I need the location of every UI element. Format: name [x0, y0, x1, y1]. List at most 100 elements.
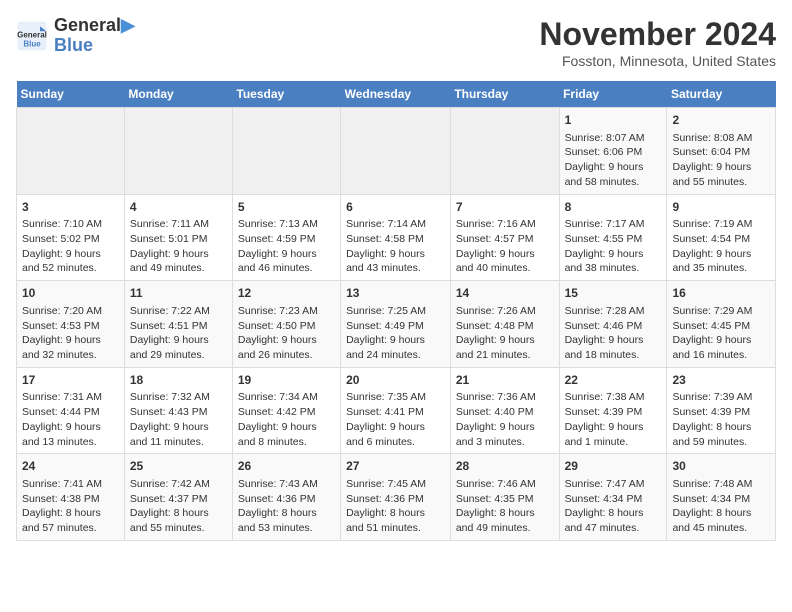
calendar-day-cell: 28Sunrise: 7:46 AMSunset: 4:35 PMDayligh…	[450, 454, 559, 541]
day-info: Daylight: 9 hours and 46 minutes.	[238, 247, 335, 276]
calendar-day-cell: 17Sunrise: 7:31 AMSunset: 4:44 PMDayligh…	[17, 367, 125, 454]
calendar-day-cell	[450, 108, 559, 195]
day-info: Sunset: 4:37 PM	[130, 492, 227, 507]
calendar-day-cell: 1Sunrise: 8:07 AMSunset: 6:06 PMDaylight…	[559, 108, 667, 195]
day-info: Sunset: 4:44 PM	[22, 405, 119, 420]
calendar-day-cell: 13Sunrise: 7:25 AMSunset: 4:49 PMDayligh…	[341, 281, 451, 368]
day-info: Daylight: 9 hours and 38 minutes.	[565, 247, 662, 276]
day-info: Sunrise: 7:11 AM	[130, 217, 227, 232]
day-info: Sunrise: 7:32 AM	[130, 390, 227, 405]
day-number: 16	[672, 285, 770, 302]
day-info: Sunrise: 7:25 AM	[346, 304, 445, 319]
day-info: Daylight: 9 hours and 18 minutes.	[565, 333, 662, 362]
day-info: Daylight: 8 hours and 59 minutes.	[672, 420, 770, 449]
day-info: Daylight: 9 hours and 32 minutes.	[22, 333, 119, 362]
calendar-day-cell	[232, 108, 340, 195]
page-header: General Blue General▶ Blue November 2024…	[16, 16, 776, 69]
day-info: Sunrise: 8:07 AM	[565, 131, 662, 146]
day-info: Sunrise: 7:28 AM	[565, 304, 662, 319]
day-info: Sunrise: 7:43 AM	[238, 477, 335, 492]
day-number: 9	[672, 199, 770, 216]
day-info: Daylight: 9 hours and 58 minutes.	[565, 160, 662, 189]
day-info: Sunset: 4:34 PM	[672, 492, 770, 507]
calendar-day-cell: 20Sunrise: 7:35 AMSunset: 4:41 PMDayligh…	[341, 367, 451, 454]
day-info: Daylight: 9 hours and 24 minutes.	[346, 333, 445, 362]
day-info: Sunrise: 7:41 AM	[22, 477, 119, 492]
day-info: Daylight: 9 hours and 16 minutes.	[672, 333, 770, 362]
day-info: Sunset: 4:53 PM	[22, 319, 119, 334]
day-info: Sunset: 4:58 PM	[346, 232, 445, 247]
day-info: Daylight: 9 hours and 49 minutes.	[130, 247, 227, 276]
calendar-body: 1Sunrise: 8:07 AMSunset: 6:06 PMDaylight…	[17, 108, 776, 541]
day-info: Sunset: 4:50 PM	[238, 319, 335, 334]
day-number: 29	[565, 458, 662, 475]
day-info: Sunrise: 7:48 AM	[672, 477, 770, 492]
logo: General Blue General▶ Blue	[16, 16, 135, 56]
day-info: Sunrise: 7:16 AM	[456, 217, 554, 232]
day-info: Daylight: 9 hours and 43 minutes.	[346, 247, 445, 276]
day-info: Sunset: 5:01 PM	[130, 232, 227, 247]
day-of-week-header: Thursday	[450, 81, 559, 108]
location: Fosston, Minnesota, United States	[539, 53, 776, 69]
day-of-week-header: Sunday	[17, 81, 125, 108]
day-of-week-header: Saturday	[667, 81, 776, 108]
day-info: Sunrise: 7:42 AM	[130, 477, 227, 492]
day-number: 18	[130, 372, 227, 389]
day-info: Daylight: 8 hours and 55 minutes.	[130, 506, 227, 535]
day-info: Daylight: 9 hours and 21 minutes.	[456, 333, 554, 362]
logo-text: General▶ Blue	[54, 16, 135, 56]
day-info: Sunrise: 7:34 AM	[238, 390, 335, 405]
day-info: Sunrise: 7:46 AM	[456, 477, 554, 492]
svg-text:General: General	[17, 30, 47, 39]
calendar-day-cell: 12Sunrise: 7:23 AMSunset: 4:50 PMDayligh…	[232, 281, 340, 368]
day-number: 7	[456, 199, 554, 216]
day-info: Sunset: 4:59 PM	[238, 232, 335, 247]
day-info: Daylight: 8 hours and 57 minutes.	[22, 506, 119, 535]
day-info: Sunrise: 7:47 AM	[565, 477, 662, 492]
day-info: Daylight: 8 hours and 53 minutes.	[238, 506, 335, 535]
day-info: Sunrise: 7:39 AM	[672, 390, 770, 405]
day-info: Sunset: 4:43 PM	[130, 405, 227, 420]
day-info: Daylight: 9 hours and 29 minutes.	[130, 333, 227, 362]
day-info: Daylight: 8 hours and 47 minutes.	[565, 506, 662, 535]
day-number: 8	[565, 199, 662, 216]
calendar-day-cell: 4Sunrise: 7:11 AMSunset: 5:01 PMDaylight…	[124, 194, 232, 281]
day-number: 3	[22, 199, 119, 216]
day-info: Sunrise: 7:14 AM	[346, 217, 445, 232]
calendar-day-cell: 27Sunrise: 7:45 AMSunset: 4:36 PMDayligh…	[341, 454, 451, 541]
day-info: Sunset: 4:54 PM	[672, 232, 770, 247]
day-info: Sunrise: 7:10 AM	[22, 217, 119, 232]
day-of-week-header: Wednesday	[341, 81, 451, 108]
day-info: Sunset: 4:40 PM	[456, 405, 554, 420]
day-info: Sunset: 4:55 PM	[565, 232, 662, 247]
day-number: 10	[22, 285, 119, 302]
calendar-day-cell: 3Sunrise: 7:10 AMSunset: 5:02 PMDaylight…	[17, 194, 125, 281]
day-info: Daylight: 9 hours and 11 minutes.	[130, 420, 227, 449]
day-number: 1	[565, 112, 662, 129]
calendar-day-cell: 10Sunrise: 7:20 AMSunset: 4:53 PMDayligh…	[17, 281, 125, 368]
day-number: 20	[346, 372, 445, 389]
day-info: Sunset: 5:02 PM	[22, 232, 119, 247]
day-of-week-header: Tuesday	[232, 81, 340, 108]
calendar-day-cell: 7Sunrise: 7:16 AMSunset: 4:57 PMDaylight…	[450, 194, 559, 281]
day-number: 6	[346, 199, 445, 216]
day-info: Sunrise: 7:22 AM	[130, 304, 227, 319]
day-number: 15	[565, 285, 662, 302]
calendar-day-cell: 11Sunrise: 7:22 AMSunset: 4:51 PMDayligh…	[124, 281, 232, 368]
day-info: Sunrise: 7:13 AM	[238, 217, 335, 232]
day-number: 12	[238, 285, 335, 302]
day-number: 19	[238, 372, 335, 389]
day-info: Daylight: 9 hours and 40 minutes.	[456, 247, 554, 276]
day-info: Sunset: 4:49 PM	[346, 319, 445, 334]
day-of-week-header: Monday	[124, 81, 232, 108]
calendar-week-row: 3Sunrise: 7:10 AMSunset: 5:02 PM Daylight…	[17, 194, 776, 281]
calendar-table: SundayMondayTuesdayWednesdayThursdayFrid…	[16, 81, 776, 541]
day-info: Daylight: 9 hours and 1 minute.	[565, 420, 662, 449]
calendar-day-cell: 2Sunrise: 8:08 AMSunset: 6:04 PMDaylight…	[667, 108, 776, 195]
title-block: November 2024 Fosston, Minnesota, United…	[539, 16, 776, 69]
day-info: Sunrise: 8:08 AM	[672, 131, 770, 146]
day-info: Daylight: 9 hours and 6 minutes.	[346, 420, 445, 449]
calendar-day-cell: 22Sunrise: 7:38 AMSunset: 4:39 PMDayligh…	[559, 367, 667, 454]
calendar-header: SundayMondayTuesdayWednesdayThursdayFrid…	[17, 81, 776, 108]
day-info: Sunrise: 7:29 AM	[672, 304, 770, 319]
